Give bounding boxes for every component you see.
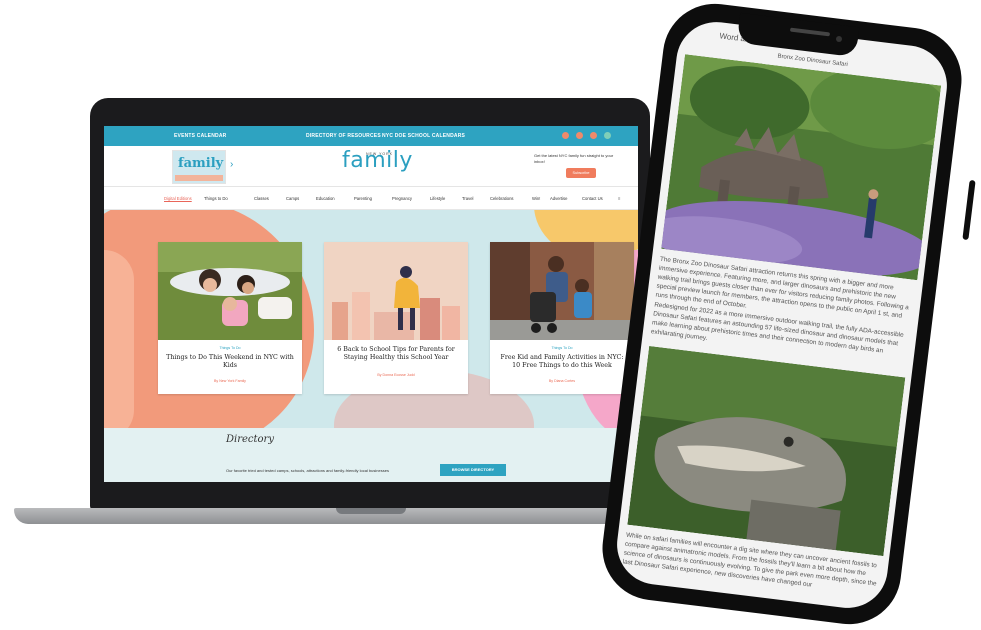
card-byline: By New York Family: [214, 379, 246, 383]
illustration-image: [324, 242, 468, 340]
twitter-icon[interactable]: [590, 132, 597, 139]
chevron-right-icon[interactable]: ›: [230, 159, 233, 170]
events-calendar-link[interactable]: EVENTS CALENDAR: [174, 133, 226, 139]
instagram-icon[interactable]: [576, 132, 583, 139]
camera-icon: [836, 36, 842, 42]
magazine-cover-thumbnail[interactable]: family: [172, 150, 226, 184]
nav-item-win[interactable]: Win!: [532, 196, 540, 201]
card-byline: By Donna Ecosse Judd: [377, 373, 415, 377]
directory-section: [104, 428, 638, 482]
facebook-icon[interactable]: [562, 132, 569, 139]
card-title[interactable]: 6 Back to School Tips for Parents for St…: [332, 346, 460, 362]
family-photo-image: [158, 242, 302, 340]
directory-resources-link[interactable]: DIRECTORY OF RESOURCES: [306, 133, 381, 139]
directory-text: Our favorite tried and tested camps, sch…: [226, 468, 389, 473]
site-logo[interactable]: family: [342, 148, 413, 173]
nav-item-classes[interactable]: Classes: [254, 196, 269, 201]
card-title[interactable]: Things to Do This Weekend in NYC with Ki…: [166, 354, 294, 370]
nav-item-parenting[interactable]: Parenting: [354, 196, 372, 201]
dinosaur-head-image: [627, 346, 906, 557]
nav-item-contact[interactable]: Contact Us: [582, 196, 603, 201]
browse-directory-button[interactable]: BROWSE DIRECTORY: [440, 464, 506, 476]
nav-item-camps[interactable]: Camps: [286, 196, 299, 201]
nav-item-things-to-do[interactable]: Things to Do: [204, 196, 228, 201]
article-card[interactable]: 6 Back to School Tips for Parents for St…: [324, 242, 468, 394]
school-calendars-link[interactable]: NYC DOE SCHOOL CALENDARS: [382, 133, 465, 139]
magazine-cover-title: family: [178, 156, 224, 171]
nav-item-lifestyle[interactable]: Lifestyle: [430, 196, 445, 201]
article-card[interactable]: Things To Do Things to Do This Weekend i…: [158, 242, 302, 394]
laptop-hinge-notch: [336, 508, 406, 514]
directory-title: Directory: [226, 434, 274, 445]
nav-item-celebrations[interactable]: Celebrations: [490, 196, 514, 201]
card-title[interactable]: Free Kid and Family Activities in NYC: 1…: [498, 354, 626, 370]
nav-item-travel[interactable]: Travel: [462, 196, 473, 201]
hero-section: Things To Do Things to Do This Weekend i…: [104, 210, 638, 428]
laptop-screen: EVENTS CALENDAR DIRECTORY OF RESOURCES N…: [104, 126, 638, 482]
site-top-bar: EVENTS CALENDAR DIRECTORY OF RESOURCES N…: [104, 126, 638, 146]
subscribe-button[interactable]: Subscribe: [566, 168, 596, 178]
nav-item-advertise[interactable]: Advertise: [550, 196, 567, 201]
nav-item-pregnancy[interactable]: Pregnancy: [392, 196, 412, 201]
main-nav: Digital Editions Things to Do Classes Ca…: [104, 187, 638, 210]
newsletter-promo: Get the latest NYC family fun straight t…: [534, 153, 614, 164]
nav-item-education[interactable]: Education: [316, 196, 335, 201]
card-category: Things To Do: [219, 346, 241, 350]
nav-item-digital-editions[interactable]: Digital Editions: [164, 196, 192, 201]
dinosaur-stegosaurus-image: [661, 54, 942, 281]
